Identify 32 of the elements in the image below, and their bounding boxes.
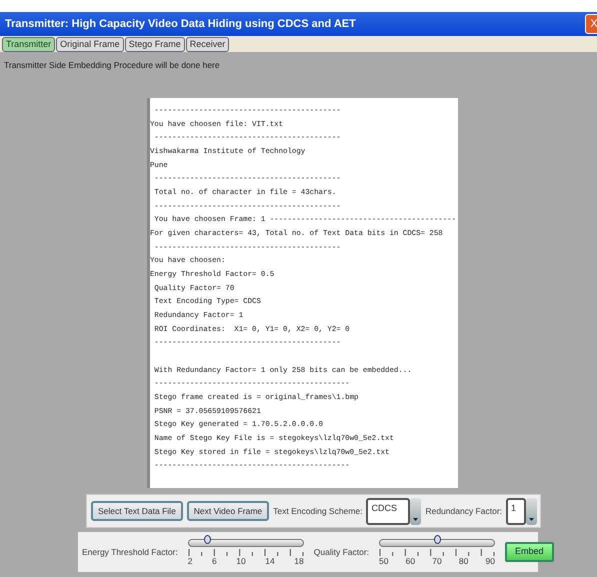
action-button[interactable]: Select Text Data File (91, 501, 183, 521)
caret-icon (529, 518, 534, 520)
field-label: Redundancy Factor: (425, 504, 502, 518)
field-label: Text Encoding Scheme: (273, 504, 362, 518)
tab[interactable]: Transmitter (2, 37, 56, 52)
tick-label: 60 (406, 556, 416, 566)
tab[interactable]: Receiver (186, 37, 230, 52)
slider-label: Energy Threshold Factor: (82, 546, 178, 558)
tick-label: 2 (188, 556, 192, 566)
tick-label: 80 (458, 556, 468, 566)
dropdown-button[interactable] (526, 498, 538, 524)
tick-label: 70 (432, 556, 442, 566)
window-title: Transmitter: High Capacity Video Data Hiding using CDCS and AET (5, 16, 356, 32)
action-button[interactable]: Next Video Frame (186, 501, 270, 521)
tick-label: 14 (265, 556, 275, 566)
tick-label: 6 (212, 556, 217, 566)
combo-field[interactable]: CDCS (366, 498, 410, 524)
close-button[interactable]: X (585, 14, 597, 34)
panel-title: Transmitter Side Embedding Procedure will be done here (4, 60, 220, 71)
dropdown-button[interactable] (410, 498, 422, 524)
embed-button[interactable]: Embed (505, 542, 554, 562)
slider-label: Quality Factor: (314, 546, 370, 558)
slider-thumb[interactable] (434, 534, 442, 544)
tick-label: 18 (294, 556, 304, 566)
tab[interactable]: Original Frame (56, 37, 124, 52)
tab[interactable]: Stego Frame (124, 37, 185, 52)
slider-thumb[interactable] (204, 534, 211, 544)
tick-label: 10 (236, 556, 246, 566)
combo-field[interactable]: 1 (506, 498, 526, 524)
caret-icon (413, 518, 418, 520)
tick-label: 90 (486, 556, 495, 566)
tick-label: 50 (379, 556, 388, 566)
